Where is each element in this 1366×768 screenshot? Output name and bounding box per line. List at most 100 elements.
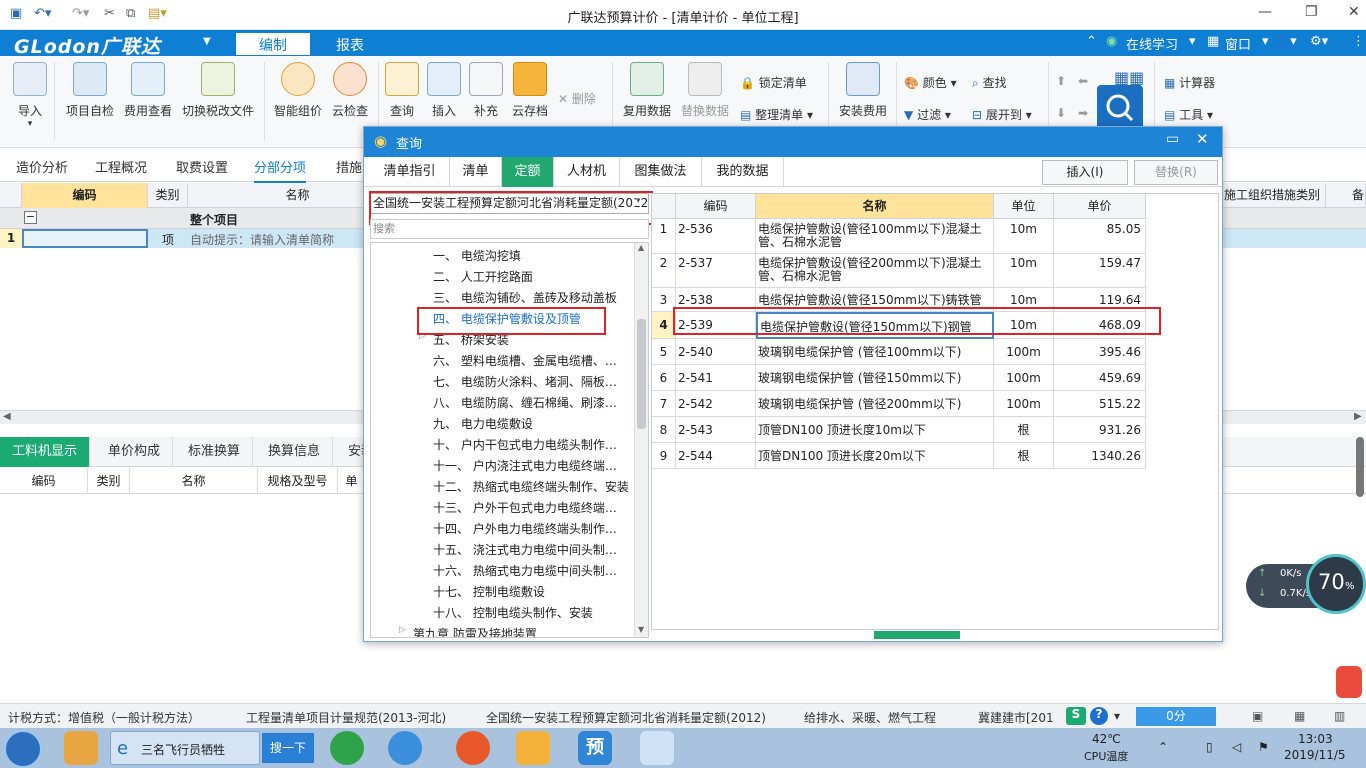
expand-to-button[interactable]: ⊟ 展开到 ▾ (972, 106, 1032, 123)
tab-list-guide[interactable]: 清单指引 (370, 157, 450, 187)
cloud-app-icon[interactable] (516, 731, 550, 765)
row-code[interactable]: 2-536 (676, 220, 756, 254)
tree-item[interactable]: 六、 塑料电缆槽、金属电缆槽、… (433, 352, 617, 369)
delete-button[interactable]: ✕ 删除 (558, 90, 596, 107)
row-price[interactable]: 1340.26 (1054, 443, 1146, 469)
reuse-data-button[interactable]: 复用数据 (620, 62, 674, 119)
filter-button[interactable]: ▼ 过滤 ▾ (904, 106, 951, 123)
row-code[interactable]: 2-544 (676, 443, 756, 469)
row-unit[interactable]: 100m (994, 339, 1054, 365)
scroll-right-icon[interactable]: ▶ (1354, 411, 1362, 422)
spec-standard[interactable]: 工程量清单项目计量规范(2013-河北) (246, 709, 446, 726)
start-button[interactable] (4, 730, 42, 768)
col-code[interactable]: 编码 (22, 183, 148, 208)
view-cost-button[interactable]: 费用查看 (122, 62, 174, 119)
tools-button[interactable]: ▤ 工具 ▾ (1164, 106, 1213, 123)
replace-data-button[interactable]: 替换数据 (678, 62, 732, 119)
help-icon[interactable]: ? (1090, 707, 1108, 725)
score-badge[interactable]: 0分 (1136, 707, 1216, 726)
tree-item[interactable]: 十四、 户外电力电缆终端头制作… (433, 520, 617, 537)
row-code[interactable]: 2-540 (676, 339, 756, 365)
floating-search-button[interactable] (1097, 85, 1143, 131)
maximize-icon[interactable]: ▭ (1166, 131, 1179, 147)
budget-app-icon[interactable]: 预 (578, 731, 612, 765)
col-unit[interactable]: 单位 (994, 194, 1054, 219)
row-code[interactable]: 2-541 (676, 365, 756, 391)
query-button[interactable]: 查询 (384, 62, 420, 119)
row-code-cell[interactable] (22, 229, 148, 248)
col-index[interactable] (652, 194, 676, 219)
tree-scrollbar[interactable]: ▲ ▼ (634, 243, 648, 637)
row-price[interactable]: 459.69 (1054, 365, 1146, 391)
more-icon[interactable]: ⋮ (1352, 34, 1365, 49)
splitter-handle[interactable] (874, 631, 960, 639)
vertical-scrollbar[interactable] (1356, 437, 1364, 497)
calculator-button[interactable]: ▦ 计算器 (1164, 74, 1215, 91)
pinwheel-app-icon[interactable] (64, 731, 98, 765)
row-unit[interactable]: 10m (994, 220, 1054, 254)
quota-standard[interactable]: 全国统一安装工程预算定额河北省消耗量定额(2012) (486, 709, 766, 726)
scroll-up-icon[interactable]: ▲ (638, 243, 644, 252)
row-unit[interactable]: 根 (994, 443, 1054, 469)
tab-material-display[interactable]: 工料机显示 (0, 437, 90, 467)
row-price[interactable]: 85.05 (1054, 220, 1146, 254)
tab-measures[interactable]: 措施 (336, 157, 362, 176)
replace-button[interactable]: 替换(R) (1134, 160, 1218, 185)
col-type[interactable]: 类别 (148, 183, 188, 208)
dialog-titlebar[interactable]: ◉ 查询 ▭ ✕ (364, 127, 1222, 157)
tab-standard-convert[interactable]: 标准换算 (176, 437, 254, 467)
tab-project-overview[interactable]: 工程概况 (95, 157, 147, 176)
scroll-down-icon[interactable]: ▼ (638, 625, 644, 634)
row-name[interactable]: 顶管DN100 顶进长度10m以下 (756, 417, 994, 443)
row-unit[interactable]: 10m (994, 254, 1054, 288)
supplement-button[interactable]: 补充 (468, 62, 504, 119)
window-menu[interactable]: 窗口 (1225, 34, 1251, 53)
row-unit[interactable]: 根 (994, 417, 1054, 443)
tree-item[interactable]: 九、 电力电缆敷设 (433, 415, 533, 432)
search-go-button[interactable]: 搜一下 (262, 733, 314, 763)
cloud-check-button[interactable]: 云检查 (328, 62, 372, 119)
col-unit[interactable]: 单 (338, 468, 366, 494)
paint-app-icon[interactable] (640, 731, 674, 765)
tree-item[interactable]: 十六、 热缩式电力电缆中间头制… (433, 562, 617, 579)
row-price[interactable]: 515.22 (1054, 391, 1146, 417)
user-icon[interactable]: 👤▾ (1274, 34, 1297, 49)
tree-item[interactable]: 十一、 户内浇注式电力电缆终端… (433, 457, 617, 474)
install-cost-button[interactable]: 安装费用 (836, 62, 890, 119)
smart-pricing-button[interactable]: 智能组价 (270, 62, 326, 119)
row-code[interactable]: 2-543 (676, 417, 756, 443)
tab-sub-items[interactable]: 分部分项 (254, 157, 307, 183)
tree-scroll-thumb[interactable] (637, 319, 646, 429)
tree-item[interactable]: 十八、 控制电缆头制作、安装 (433, 604, 593, 621)
row-name[interactable]: 玻璃钢电缆保护管 (管径100mm以下) (756, 339, 994, 365)
chat-app-icon[interactable] (388, 731, 422, 765)
view-normal-icon[interactable]: ▣ (1252, 709, 1263, 723)
tree-item[interactable]: 二、 人工开挖路面 (433, 268, 533, 285)
col-remark[interactable]: 备注 (1326, 183, 1366, 226)
ie-task[interactable]: e 三名飞行员牺牲 (110, 731, 260, 765)
scroll-left-icon[interactable]: ◀ (3, 411, 11, 422)
move-left-icon[interactable]: ⬅ (1078, 74, 1088, 88)
online-learn-dropdown-icon[interactable]: ▾ (1189, 34, 1196, 49)
tree-item[interactable]: 十、 户内干包式电力电缆头制作… (433, 436, 617, 453)
col-name[interactable]: 名称 (756, 194, 994, 219)
tab-list[interactable]: 清单 (450, 157, 502, 187)
window-dropdown-icon[interactable]: ▾ (1262, 34, 1269, 49)
expand-arrow-icon[interactable]: ▷ (399, 625, 406, 635)
row-price[interactable]: 931.26 (1054, 417, 1146, 443)
find-button[interactable]: ⌕ 查找 (972, 74, 1007, 91)
tab-fee-settings[interactable]: 取费设置 (176, 157, 228, 176)
col-type[interactable]: 类别 (88, 468, 130, 494)
row-name[interactable]: 玻璃钢电缆保护管 (管径200mm以下) (756, 391, 994, 417)
tab-cost-analysis[interactable]: 造价分析 (16, 157, 68, 176)
row-unit[interactable]: 100m (994, 391, 1054, 417)
flag-icon[interactable]: ⚑ (1258, 740, 1269, 754)
self-check-button[interactable]: 项目自检 (62, 62, 118, 119)
online-learn-link[interactable]: 在线学习 (1126, 34, 1178, 53)
tree-item[interactable]: 第九章 防雷及接地装置 (413, 625, 537, 637)
menu-tab-report[interactable]: 报表 (320, 33, 380, 55)
tab-quota[interactable]: 定额 (502, 157, 554, 187)
tab-convert-info[interactable]: 换算信息 (256, 437, 334, 467)
tree-item[interactable]: 十五、 浇注式电力电缆中间头制… (433, 541, 617, 558)
collapse-toggle-icon[interactable]: − (24, 211, 37, 224)
